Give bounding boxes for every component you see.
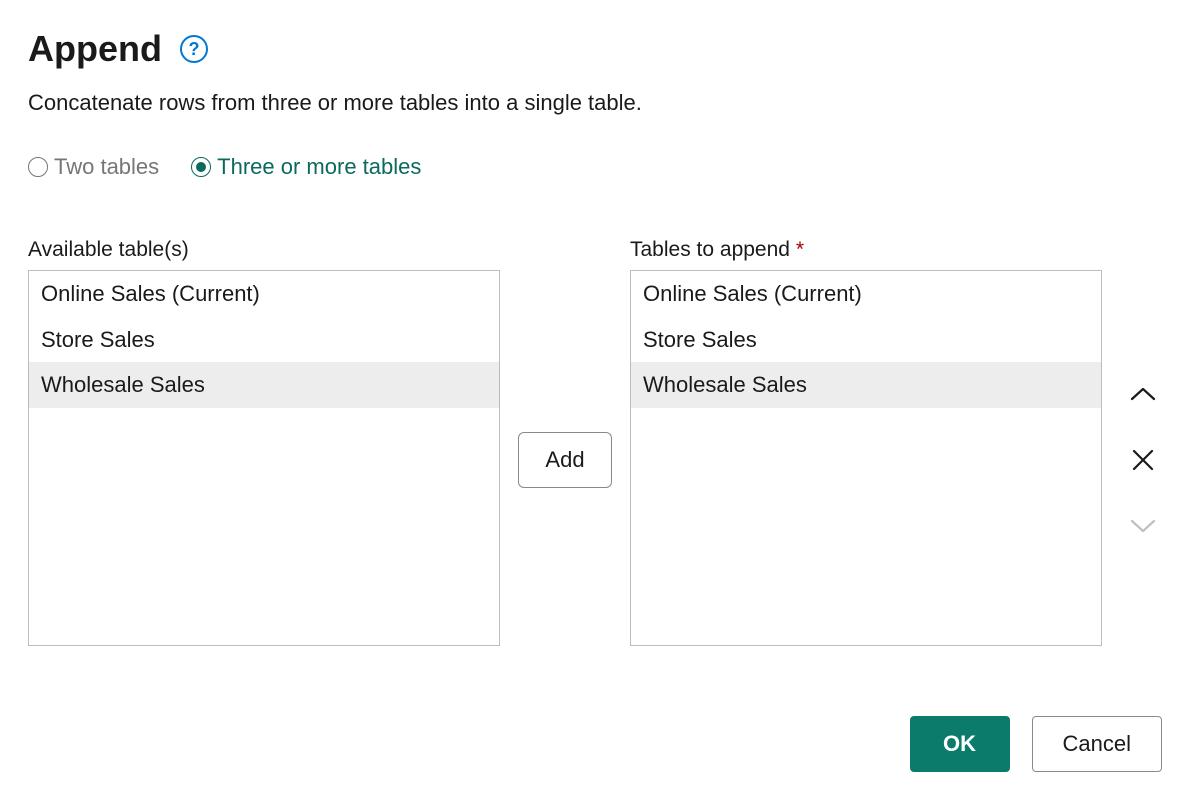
help-icon-glyph: ? [188,39,199,60]
tables-to-append-label: Tables to append * [630,238,1102,262]
close-icon [1130,447,1156,473]
dialog-subtitle: Concatenate rows from three or more tabl… [28,90,1168,116]
remove-button[interactable] [1126,443,1160,477]
radio-three-or-more-label: Three or more tables [217,154,421,180]
tables-to-append-label-text: Tables to append [630,238,790,261]
reorder-controls [1126,272,1160,648]
radio-three-or-more-tables[interactable]: Three or more tables [191,154,421,180]
append-dialog: Append ? Concatenate rows from three or … [0,0,1196,800]
radio-circle-icon [28,157,48,177]
chevron-up-icon [1129,385,1157,403]
append-list-item[interactable]: Online Sales (Current) [631,271,1101,317]
available-tables-column: Available table(s) Online Sales (Current… [28,238,500,646]
dialog-title: Append [28,28,162,70]
move-down-button[interactable] [1126,509,1160,543]
append-list-item[interactable]: Store Sales [631,317,1101,363]
tables-to-append-list[interactable]: Online Sales (Current)Store SalesWholesa… [630,270,1102,646]
table-count-radio-group: Two tables Three or more tables [28,154,1168,180]
chevron-down-icon [1129,517,1157,535]
required-asterisk: * [796,238,804,261]
available-tables-list[interactable]: Online Sales (Current)Store SalesWholesa… [28,270,500,646]
dialog-footer: OK Cancel [28,716,1168,772]
available-list-item[interactable]: Online Sales (Current) [29,271,499,317]
available-list-item[interactable]: Store Sales [29,317,499,363]
available-tables-label: Available table(s) [28,238,500,262]
move-up-button[interactable] [1126,377,1160,411]
ok-button[interactable]: OK [910,716,1010,772]
add-button[interactable]: Add [518,432,611,488]
radio-circle-icon [191,157,211,177]
help-icon[interactable]: ? [180,35,208,63]
lists-area: Available table(s) Online Sales (Current… [28,238,1168,648]
add-column: Add [510,272,620,648]
available-list-item[interactable]: Wholesale Sales [29,362,499,408]
append-list-item[interactable]: Wholesale Sales [631,362,1101,408]
radio-two-tables-label: Two tables [54,154,159,180]
radio-two-tables[interactable]: Two tables [28,154,159,180]
tables-to-append-column: Tables to append * Online Sales (Current… [630,238,1102,646]
cancel-button[interactable]: Cancel [1032,716,1162,772]
title-row: Append ? [28,28,1168,70]
